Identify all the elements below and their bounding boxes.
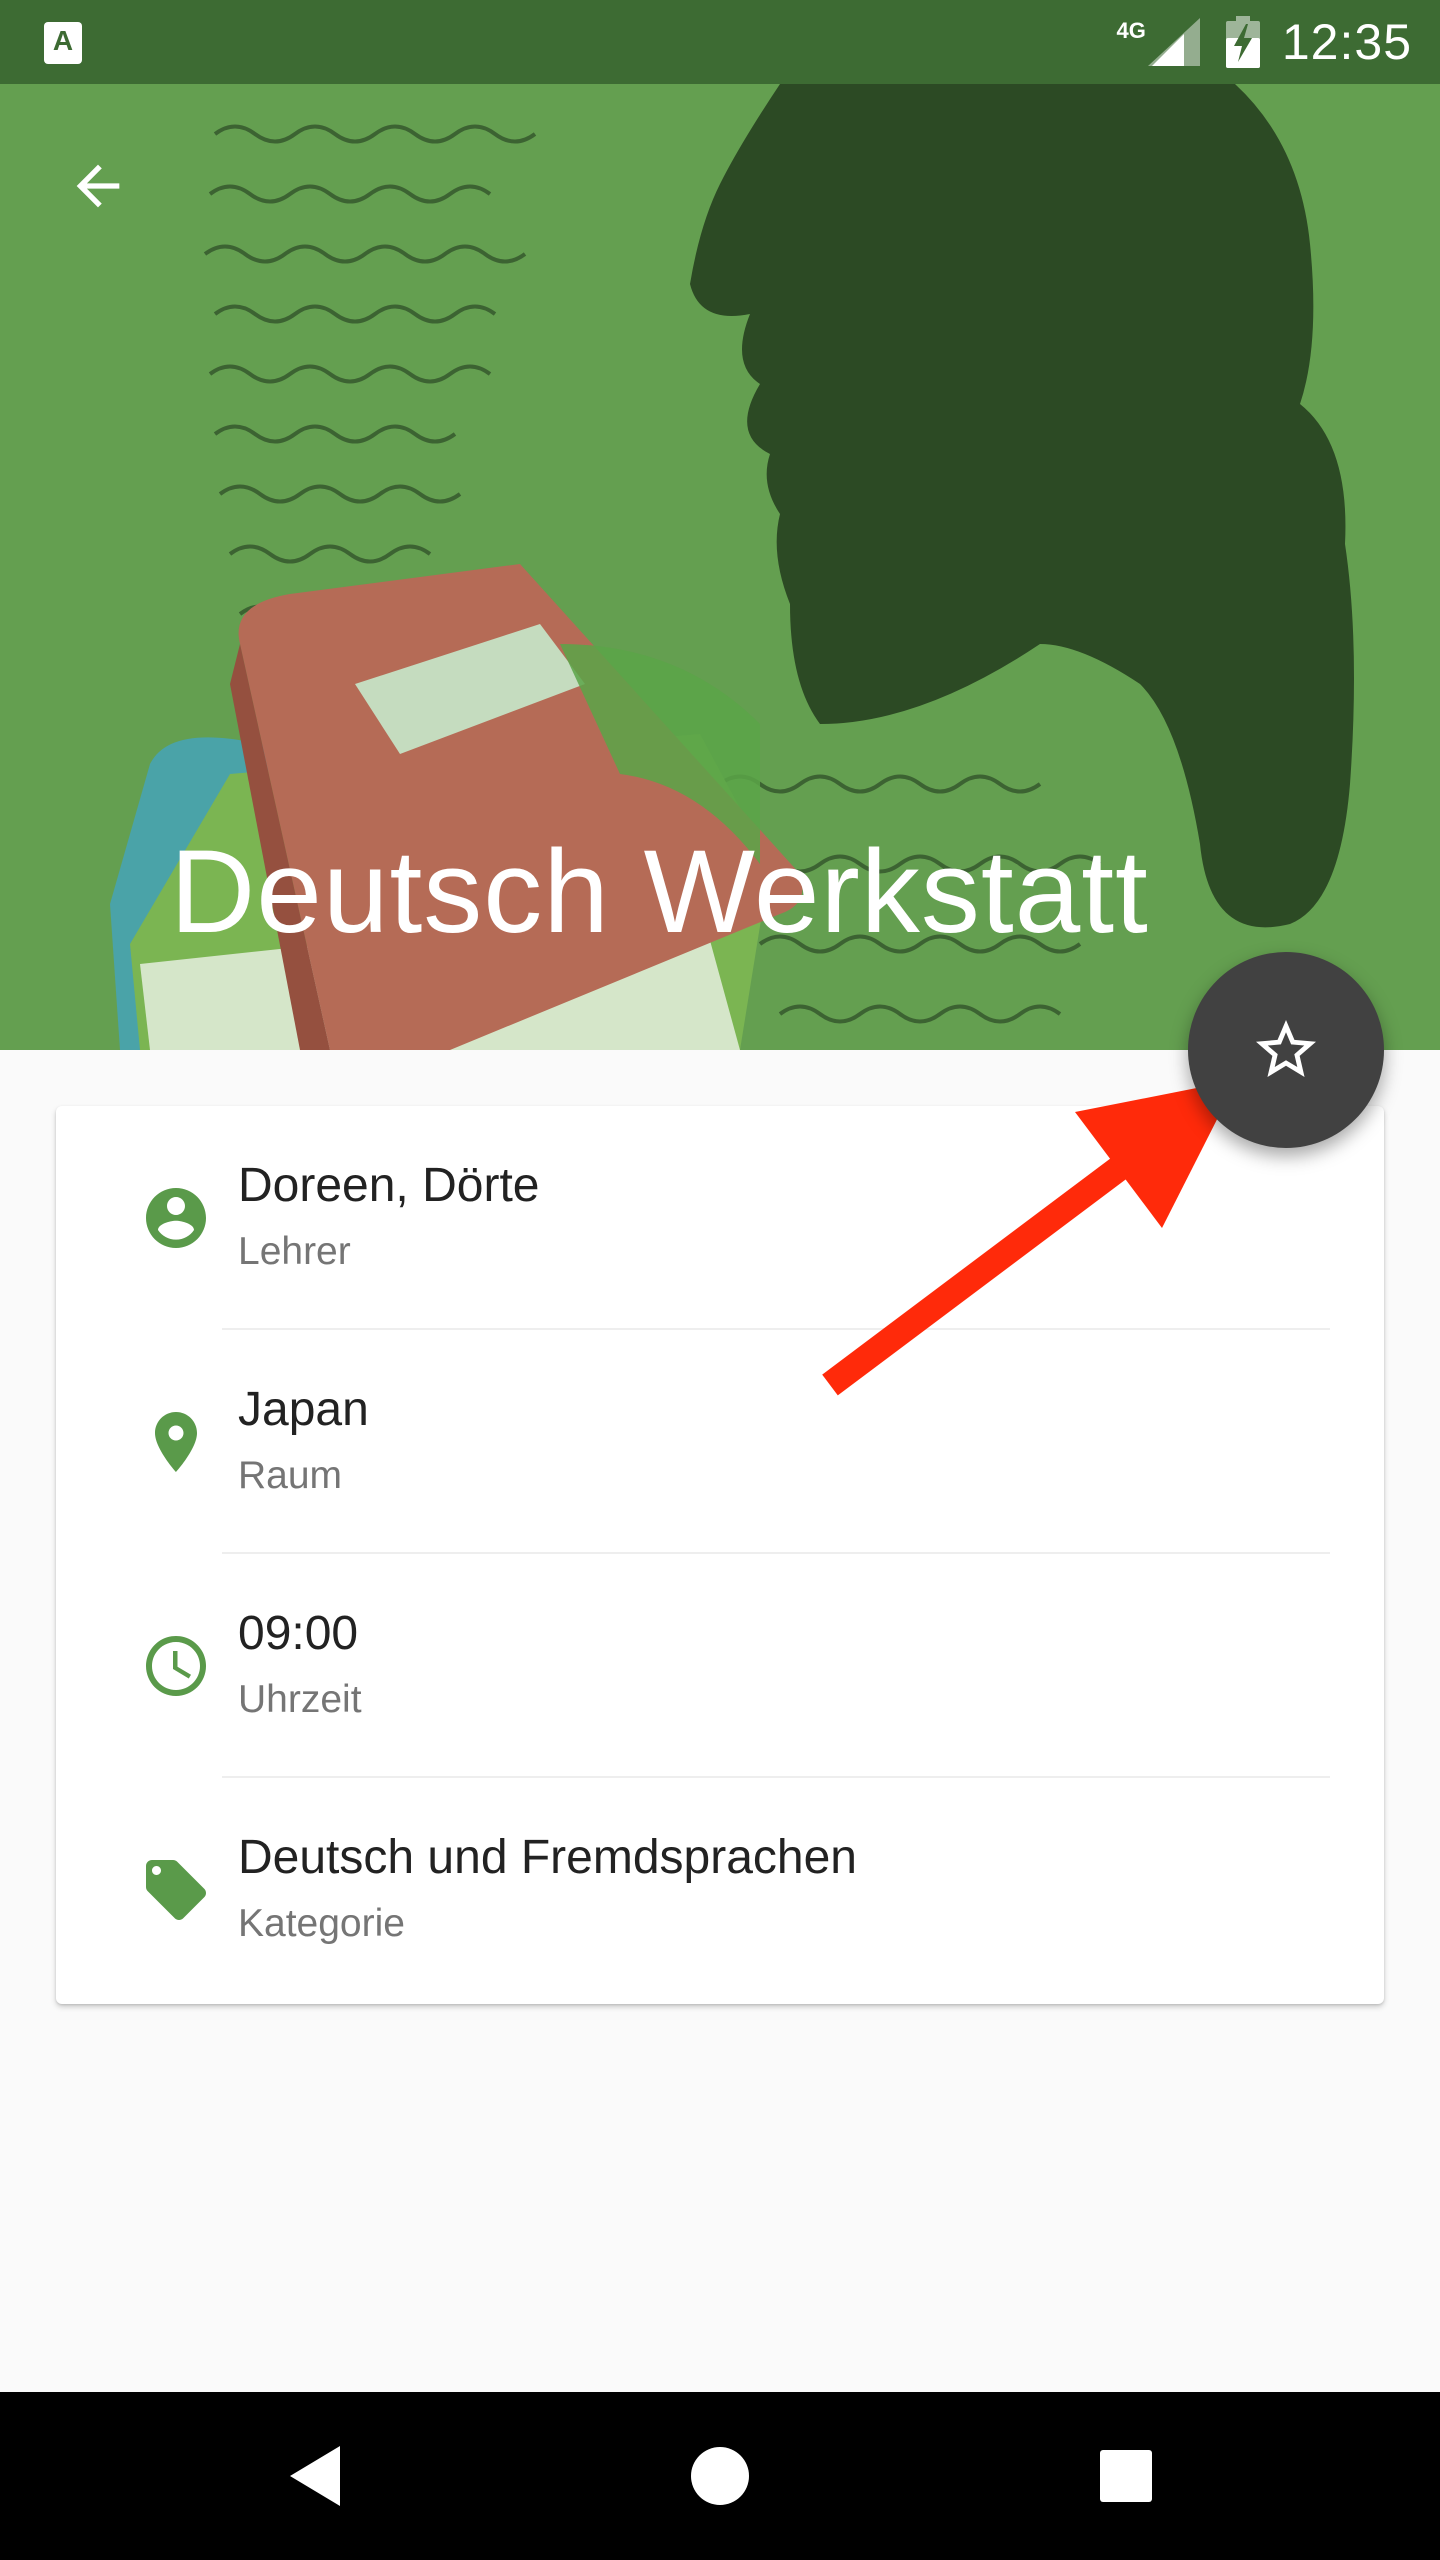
detail-row-time: 09:00 Uhrzeit [56, 1554, 1384, 1778]
status-bar: A 4G 12:35 [0, 0, 1440, 84]
portrait-silhouette [690, 84, 1354, 928]
tag-icon [136, 1850, 216, 1930]
category-label: Kategorie [238, 1902, 405, 1945]
time-value: 09:00 [238, 1607, 359, 1660]
favorite-button[interactable] [1188, 952, 1384, 1148]
teacher-name: Doreen, Dörte [238, 1159, 540, 1212]
back-triangle-icon [290, 2446, 340, 2506]
clock-icon [136, 1626, 216, 1706]
network-type-label: 4G [1116, 18, 1146, 43]
annotation-arrow [822, 1080, 1237, 1396]
battery-icon [1225, 16, 1260, 68]
arrow-back-icon [76, 164, 120, 208]
time-label: Uhrzeit [238, 1678, 362, 1721]
status-time: 12:35 [1281, 14, 1412, 70]
signal-icon [1147, 18, 1200, 66]
room-label: Raum [238, 1454, 343, 1497]
detail-row-category: Deutsch und Fremdsprachen Kategorie [56, 1778, 1384, 2002]
star-outline-icon [1256, 1020, 1316, 1077]
person-icon [136, 1178, 216, 1258]
nav-back-button[interactable] [276, 2436, 356, 2516]
nav-home-button[interactable] [680, 2436, 760, 2516]
home-circle-icon [691, 2447, 749, 2505]
page-title: Deutsch Werkstatt [170, 826, 1149, 958]
teacher-label: Lehrer [238, 1230, 351, 1273]
location-pin-icon [136, 1402, 216, 1482]
recents-square-icon [1100, 2450, 1152, 2502]
header-image: Deutsch Werkstatt [0, 84, 1440, 1050]
status-bar-right: 4G 12:35 [1117, 0, 1412, 84]
category-name: Deutsch und Fremdsprachen [238, 1831, 857, 1884]
nav-recents-button[interactable] [1086, 2436, 1166, 2516]
room-name: Japan [238, 1383, 369, 1436]
back-button[interactable] [56, 144, 140, 228]
books-illustration [110, 564, 803, 1050]
system-navigation-bar [0, 2392, 1440, 2560]
app-notification-icon: A [44, 22, 82, 64]
